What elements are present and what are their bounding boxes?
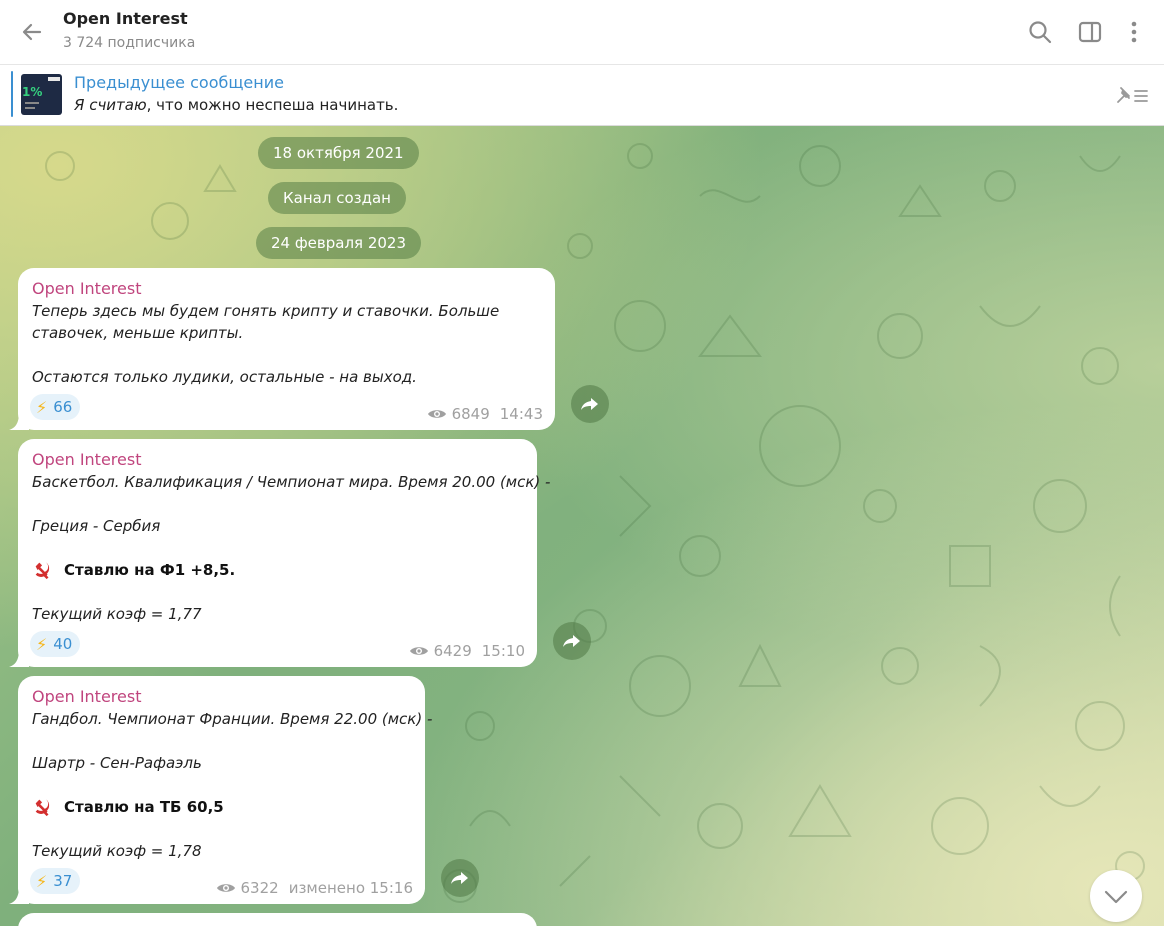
back-arrow-icon[interactable] [18,18,46,46]
subscriber-count: 3 724 подписчика [63,35,196,51]
message-text-line: Остаются только лудики, остальные - на в… [32,368,417,386]
hammer-sickle-icon [35,798,50,817]
lightning-icon: ⚡ [36,871,48,891]
message-sender[interactable]: Open Interest [32,686,411,708]
message-text-line: Баскетбол. Квалификация / Чемпионат мира… [32,473,551,491]
message-text-line: Теперь здесь мы будем гонять крипту и ст… [32,302,500,320]
message-meta: 6322 изменено 15:16 [216,879,413,897]
bubble-tail [9,886,29,904]
pinned-text-rest: , что можно неспеша начинать. [146,96,399,114]
message-time: изменено 15:16 [288,879,413,897]
share-button[interactable] [441,859,479,897]
thumbnail-percent: 1% [22,85,43,99]
bet-text: Ставлю на Ф1 +8,5. [64,561,236,579]
pinned-text-italic: Я считаю [74,96,147,114]
message-time: 14:43 [499,405,543,423]
chat-area[interactable]: 18 октября 2021 Канал создан 24 февраля … [0,126,1164,926]
message-sender[interactable]: Open Interest [32,278,541,300]
message-sender[interactable]: Open Interest [32,449,523,471]
message-bet-line: Ставлю на Ф1 +8,5. [32,559,523,581]
share-button[interactable] [553,622,591,660]
reaction-count: 40 [53,635,73,653]
reaction-badge[interactable]: ⚡ 40 [30,631,81,657]
reaction-count: 66 [53,398,73,416]
share-arrow-icon [581,398,598,410]
message-bubble[interactable]: Open Interest Теперь здесь мы будем гоня… [9,268,555,430]
date-separator: 24 февраля 2023 [256,227,422,259]
message-text-line: Греция - Сербия [32,517,161,535]
share-button[interactable] [571,385,609,423]
pinned-thumbnail: 1% [21,74,62,115]
pinned-list-icon[interactable] [1114,83,1150,107]
message-text-line: Шартр - Сен-Рафаэль [32,754,202,772]
view-count: 6322 [240,879,279,897]
message-text-line [32,344,541,366]
view-count: 6429 [433,642,472,660]
bet-text: Ставлю на ТБ 60,5 [64,798,224,816]
chat-header: Open Interest 3 724 подписчика [0,0,1164,65]
scroll-to-bottom-button[interactable] [1090,870,1142,922]
share-arrow-icon [451,872,468,884]
odds-text: Текущий коэф = 1,78 [32,842,202,860]
chevron-down-icon [1104,890,1128,904]
odds-text: Текущий коэф = 1,77 [32,605,202,623]
bubble-tail [9,412,29,430]
pinned-text: Я считаю, что можно неспеша начинать. [74,96,398,114]
lightning-icon: ⚡ [36,397,48,417]
view-count: 6849 [451,405,490,423]
message-text-line: Гандбол. Чемпионат Франции. Время 22.00 … [32,710,433,728]
views-eye-icon [216,884,235,892]
message-bubble[interactable]: Open Interest Гандбол. Чемпионат Франции… [9,676,433,904]
message-time: 15:10 [481,642,525,660]
date-separator: 18 октября 2021 [258,137,419,169]
channel-title[interactable]: Open Interest [63,9,188,28]
share-arrow-icon [563,635,580,647]
views-eye-icon [409,647,428,655]
pinned-title: Предыдущее сообщение [74,73,284,92]
pinned-accent-line [11,71,13,117]
hammer-sickle-icon [35,561,50,580]
more-vertical-icon[interactable] [1121,19,1147,45]
pinned-message-bar[interactable]: 1% Предыдущее сообщение Я считаю, что мо… [0,65,1164,126]
reaction-count: 37 [53,872,73,890]
message-bubble[interactable]: Open Interest Баскетбол. Квалификация / … [9,439,551,667]
message-meta: 6849 14:43 [427,405,543,423]
service-message-channel-created: Канал создан [268,182,406,214]
bubble-tail [9,649,29,667]
lightning-icon: ⚡ [36,634,48,654]
search-icon[interactable] [1027,19,1053,45]
message-meta: 6429 15:10 [409,642,525,660]
message-text-line: ставочек, меньше крипты. [32,324,244,342]
reaction-badge[interactable]: ⚡ 66 [30,394,81,420]
reaction-badge[interactable]: ⚡ 37 [30,868,81,894]
views-eye-icon [427,410,446,418]
sidebar-toggle-icon[interactable] [1077,19,1103,45]
message-bet-line: Ставлю на ТБ 60,5 [32,796,411,818]
message-bubble-partial[interactable] [18,913,537,926]
